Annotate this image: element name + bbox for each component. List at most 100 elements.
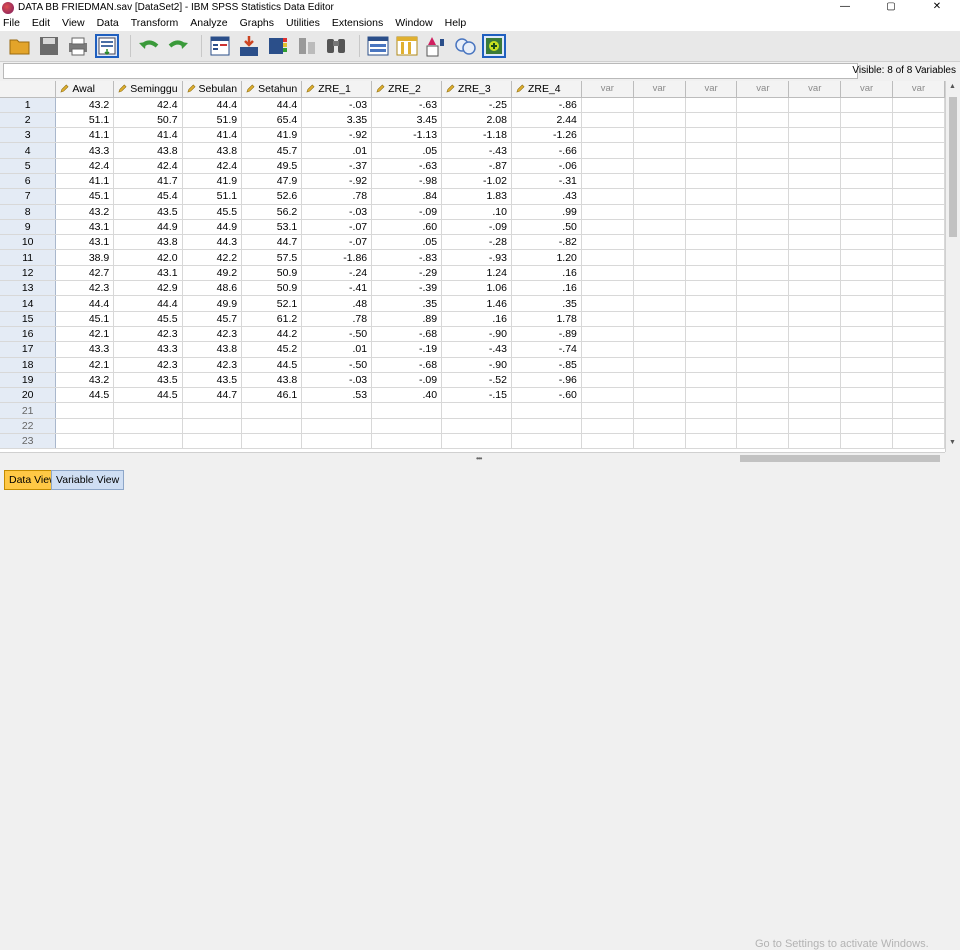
empty-cell[interactable] [736,142,790,159]
empty-cell[interactable] [840,311,894,327]
data-cell[interactable]: -.06 [511,158,582,174]
empty-cell[interactable] [788,433,842,450]
empty-cell[interactable] [788,280,842,297]
row-header[interactable]: 1 [0,97,57,113]
empty-cell[interactable] [840,341,894,358]
empty-cell[interactable] [581,188,634,205]
data-cell[interactable]: 47.9 [241,173,303,190]
data-cell[interactable]: 56.2 [241,204,303,220]
data-cell[interactable]: .16 [511,280,582,297]
empty-cell[interactable] [788,112,842,129]
data-cell[interactable]: 44.5 [55,387,115,404]
row-header[interactable]: 23 [0,433,57,450]
empty-cell[interactable] [581,97,634,113]
empty-cell[interactable] [581,326,634,343]
split-file-icon[interactable] [424,34,448,58]
data-cell[interactable]: -.50 [301,326,373,343]
empty-cell[interactable] [633,326,686,343]
empty-cell[interactable] [685,387,738,404]
data-cell[interactable]: 44.5 [241,357,303,373]
empty-cell[interactable] [788,188,842,205]
data-cell[interactable]: 44.5 [113,387,183,404]
empty-cell[interactable] [840,204,894,220]
data-cell[interactable]: 43.8 [113,142,183,159]
column-header[interactable]: Sebulan [182,81,243,98]
menu-data[interactable]: Data [92,17,126,29]
row-header[interactable]: 3 [0,127,57,144]
empty-cell[interactable] [840,280,894,297]
data-cell[interactable]: -.90 [441,326,512,343]
use-sets-icon[interactable] [482,34,506,58]
data-cell[interactable]: 44.3 [182,234,243,251]
data-cell[interactable]: .35 [371,295,443,312]
empty-cell[interactable] [581,402,634,419]
empty-cell[interactable] [633,204,686,220]
data-cell[interactable]: 42.3 [113,357,183,373]
empty-cell[interactable] [840,127,894,144]
data-cell[interactable]: 53.1 [241,219,303,236]
data-cell[interactable]: 45.2 [241,341,303,358]
menu-view[interactable]: View [57,17,92,29]
empty-cell[interactable] [685,341,738,358]
empty-cell[interactable] [788,402,842,419]
data-cell[interactable]: -.98 [371,173,443,190]
empty-cell[interactable] [736,433,790,450]
data-cell[interactable]: 43.2 [55,204,115,220]
vertical-scroll-thumb[interactable] [949,97,957,237]
empty-cell[interactable] [788,326,842,343]
empty-cell[interactable] [840,158,894,174]
row-header[interactable]: 14 [0,295,57,312]
row-header[interactable]: 6 [0,173,57,190]
data-cell[interactable]: -.68 [371,326,443,343]
empty-cell[interactable] [892,387,945,404]
data-cell[interactable]: 45.1 [55,311,115,327]
empty-cell[interactable] [892,173,945,190]
data-cell[interactable]: .50 [511,219,582,236]
data-cell[interactable]: 43.1 [55,219,115,236]
empty-cell[interactable] [788,265,842,282]
data-cell[interactable]: -.93 [441,249,512,266]
empty-cell[interactable] [788,372,842,389]
menu-graphs[interactable]: Graphs [235,17,281,29]
data-cell[interactable]: 43.3 [113,341,183,358]
data-cell[interactable]: 1.06 [441,280,512,297]
empty-cell[interactable] [685,249,738,266]
data-cell[interactable]: -.43 [441,341,512,358]
data-cell[interactable]: .05 [371,234,443,251]
data-cell[interactable]: 41.7 [113,173,183,190]
empty-cell[interactable] [511,402,582,419]
maximize-button[interactable]: ▢ [868,0,914,15]
data-cell[interactable]: 49.9 [182,295,243,312]
row-header[interactable]: 10 [0,234,57,251]
empty-cell[interactable] [241,433,303,450]
data-cell[interactable]: -.29 [371,265,443,282]
data-cell[interactable]: 52.6 [241,188,303,205]
empty-cell[interactable] [685,295,738,312]
data-cell[interactable]: 1.20 [511,249,582,266]
data-cell[interactable]: 45.4 [113,188,183,205]
empty-cell[interactable] [788,234,842,251]
data-cell[interactable]: 61.2 [241,311,303,327]
row-header[interactable]: 15 [0,311,57,327]
empty-cell[interactable] [840,234,894,251]
data-cell[interactable]: 42.0 [113,249,183,266]
vertical-scrollbar[interactable]: ▲ ▼ [945,81,960,452]
empty-cell[interactable] [892,280,945,297]
empty-cell[interactable] [840,219,894,236]
data-cell[interactable]: -.07 [301,234,373,251]
data-cell[interactable]: -1.26 [511,127,582,144]
row-header[interactable]: 5 [0,158,57,174]
row-header[interactable]: 7 [0,188,57,205]
data-cell[interactable]: 42.3 [55,280,115,297]
data-cell[interactable]: -.92 [301,127,373,144]
empty-cell[interactable] [633,311,686,327]
empty-cell[interactable] [788,173,842,190]
data-cell[interactable]: 42.4 [55,158,115,174]
data-cell[interactable]: .53 [301,387,373,404]
menu-help[interactable]: Help [440,17,474,29]
empty-cell[interactable] [633,357,686,373]
empty-cell[interactable] [685,372,738,389]
empty-cell[interactable] [736,219,790,236]
empty-cell[interactable] [892,97,945,113]
empty-cell[interactable] [581,295,634,312]
